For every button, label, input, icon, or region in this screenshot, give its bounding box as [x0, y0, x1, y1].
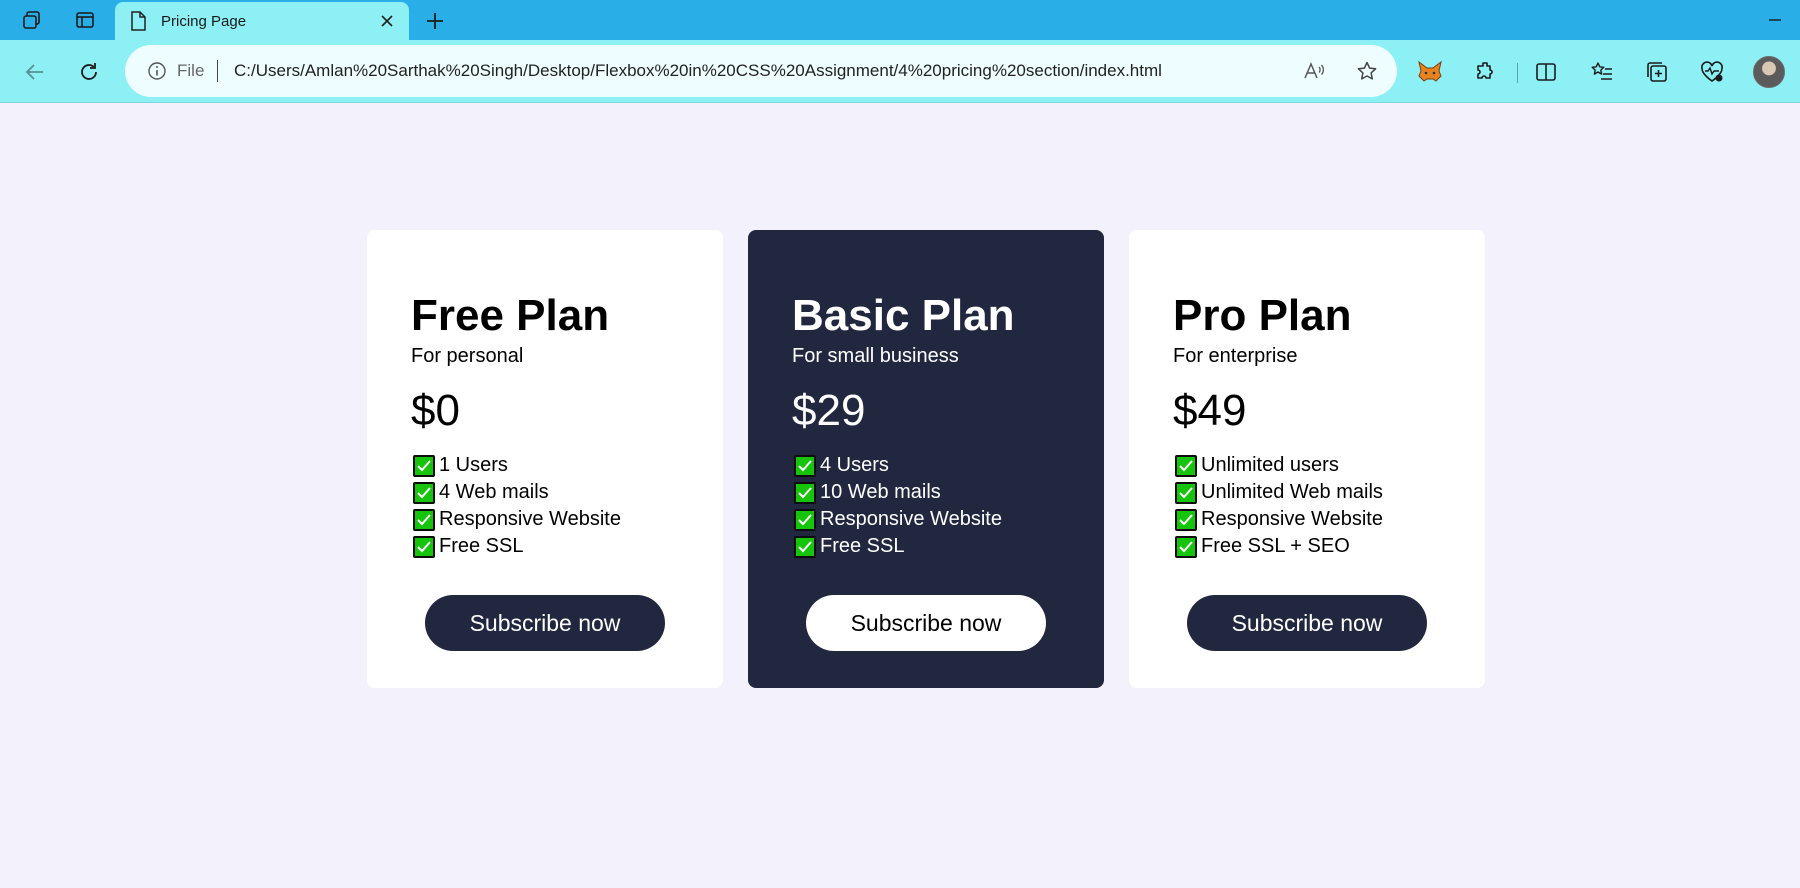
collections-icon[interactable] — [1642, 57, 1672, 87]
feature-item: 10 Web mails — [792, 479, 1104, 506]
feature-list: Unlimited users Unlimited Web mails Resp… — [1173, 452, 1485, 560]
tab-title: Pricing Page — [161, 13, 247, 30]
feature-item: Responsive Website — [792, 506, 1104, 533]
checkmark-icon — [1175, 481, 1197, 504]
checkmark-icon — [1175, 535, 1197, 558]
feature-list: 4 Users 10 Web mails Responsive Website … — [792, 452, 1104, 560]
plan-name: Pro Plan — [1173, 291, 1352, 340]
feature-item: 4 Web mails — [411, 479, 723, 506]
plan-audience: For small business — [792, 345, 959, 367]
split-screen-icon[interactable] — [1531, 57, 1561, 87]
feature-label: Unlimited users — [1201, 454, 1339, 476]
checkmark-icon — [1175, 454, 1197, 477]
feature-label: Free SSL — [820, 535, 905, 557]
tab-bar: Pricing Page — [0, 0, 1800, 40]
subscribe-button[interactable]: Subscribe now — [1187, 595, 1427, 651]
feature-list: 1 Users 4 Web mails Responsive Website F… — [411, 452, 723, 560]
back-arrow-icon[interactable] — [20, 57, 50, 87]
feature-label: 10 Web mails — [820, 481, 941, 503]
plan-audience: For enterprise — [1173, 345, 1298, 367]
feature-item: 4 Users — [792, 452, 1104, 479]
plan-price: $0 — [411, 386, 460, 435]
pricing-card-pro: Pro Plan For enterprise $49 Unlimited us… — [1129, 230, 1485, 688]
read-aloud-icon[interactable] — [1302, 59, 1326, 83]
feature-item: Free SSL + SEO — [1173, 533, 1485, 560]
navigation-bar: File C:/Users/Amlan%20Sarthak%20Singh/De… — [0, 40, 1800, 103]
pricing-card-free: Free Plan For personal $0 1 Users 4 Web … — [367, 230, 723, 688]
address-scheme-label: File — [177, 61, 205, 80]
feature-item: Unlimited users — [1173, 452, 1485, 479]
active-tab[interactable]: Pricing Page — [115, 2, 409, 40]
url-text[interactable]: C:/Users/Amlan%20Sarthak%20Singh/Desktop… — [234, 61, 1162, 81]
toolbar-separator — [1517, 63, 1518, 83]
address-separator — [217, 60, 218, 82]
page-content: Free Plan For personal $0 1 Users 4 Web … — [0, 104, 1800, 888]
feature-item: Free SSL — [792, 533, 1104, 560]
checkmark-icon — [794, 454, 816, 477]
close-icon[interactable] — [377, 11, 397, 31]
address-bar[interactable]: File C:/Users/Amlan%20Sarthak%20Singh/De… — [125, 45, 1397, 97]
feature-item: Unlimited Web mails — [1173, 479, 1485, 506]
refresh-icon[interactable] — [74, 57, 104, 87]
puzzle-extensions-icon[interactable] — [1471, 57, 1501, 87]
browser-essentials-icon[interactable] — [1697, 57, 1727, 87]
star-icon[interactable] — [1355, 59, 1379, 83]
page-icon — [130, 11, 148, 31]
minimize-icon[interactable] — [1764, 10, 1786, 30]
checkmark-icon — [794, 535, 816, 558]
feature-item: Responsive Website — [411, 506, 723, 533]
feature-label: Responsive Website — [439, 508, 621, 530]
info-icon[interactable] — [146, 60, 168, 82]
feature-item: 1 Users — [411, 452, 723, 479]
feature-label: 4 Users — [820, 454, 889, 476]
feature-label: 4 Web mails — [439, 481, 549, 503]
plan-name: Free Plan — [411, 291, 610, 340]
plan-price: $29 — [792, 386, 866, 435]
metamask-fox-icon[interactable] — [1415, 57, 1445, 87]
subscribe-button[interactable]: Subscribe now — [425, 595, 665, 651]
checkmark-icon — [1175, 508, 1197, 531]
checkmark-icon — [794, 508, 816, 531]
profile-avatar[interactable] — [1753, 56, 1785, 88]
plan-name: Basic Plan — [792, 291, 1015, 340]
checkmark-icon — [794, 481, 816, 504]
checkmark-icon — [413, 508, 435, 531]
feature-label: Responsive Website — [1201, 508, 1383, 530]
subscribe-button[interactable]: Subscribe now — [806, 595, 1046, 651]
workspaces-icon[interactable] — [20, 8, 44, 32]
checkmark-icon — [413, 481, 435, 504]
favorites-list-icon[interactable] — [1587, 57, 1617, 87]
feature-item: Responsive Website — [1173, 506, 1485, 533]
plus-icon[interactable] — [422, 8, 448, 34]
feature-label: Unlimited Web mails — [1201, 481, 1383, 503]
pricing-cards: Free Plan For personal $0 1 Users 4 Web … — [367, 230, 1485, 688]
checkmark-icon — [413, 535, 435, 558]
pricing-card-basic: Basic Plan For small business $29 4 User… — [748, 230, 1104, 688]
plan-price: $49 — [1173, 386, 1247, 435]
feature-item: Free SSL — [411, 533, 723, 560]
feature-label: 1 Users — [439, 454, 508, 476]
feature-label: Free SSL — [439, 535, 524, 557]
plan-audience: For personal — [411, 345, 524, 367]
tab-actions-icon[interactable] — [73, 8, 97, 32]
feature-label: Responsive Website — [820, 508, 1002, 530]
feature-label: Free SSL + SEO — [1201, 535, 1350, 557]
checkmark-icon — [413, 454, 435, 477]
